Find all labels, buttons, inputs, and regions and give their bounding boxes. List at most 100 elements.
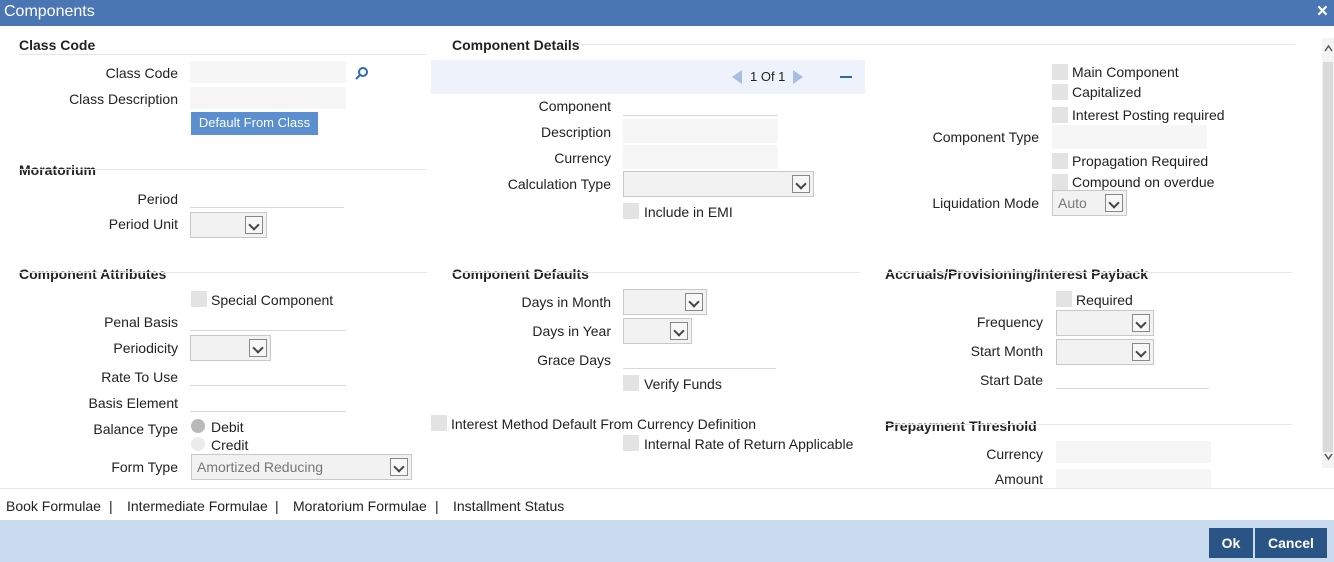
component-defaults-heading: Component Defaults (452, 266, 589, 282)
verify-funds-label: Verify Funds (644, 376, 722, 392)
irr-applicable-checkbox[interactable] (623, 435, 639, 451)
start-date-input[interactable] (1056, 367, 1209, 389)
liquidation-mode-label: Liquidation Mode (932, 195, 1039, 211)
component-type-input[interactable] (1052, 125, 1207, 149)
next-arrow-icon[interactable] (793, 70, 803, 84)
include-emi-checkbox[interactable] (623, 203, 639, 219)
remove-icon[interactable] (840, 76, 852, 79)
record-navigator: 1 Of 1 (431, 60, 865, 94)
window-titlebar: Components × (0, 0, 1334, 26)
accruals-heading: Accruals/Provisioning/Interest Payback (885, 266, 1148, 282)
tab-installment-status[interactable]: Installment Status (453, 498, 564, 514)
interest-method-default-checkbox[interactable] (431, 415, 447, 431)
chevron-down-icon[interactable] (1132, 343, 1150, 361)
scroll-up-icon[interactable] (1324, 44, 1333, 53)
start-month-select[interactable] (1056, 339, 1154, 365)
penal-basis-input[interactable] (190, 309, 346, 331)
form-type-select[interactable]: Amortized Reducing (191, 454, 412, 480)
scrollbar-thumb[interactable] (1323, 62, 1333, 452)
debit-radio[interactable] (191, 419, 205, 433)
frequency-label: Frequency (976, 314, 1043, 330)
close-icon[interactable]: × (1317, 1, 1328, 23)
previous-arrow-icon[interactable] (732, 70, 742, 84)
days-in-year-select[interactable] (623, 318, 692, 344)
propagation-label: Propagation Required (1072, 153, 1209, 169)
period-unit-label: Period Unit (108, 216, 178, 232)
basis-element-label: Basis Element (88, 395, 178, 411)
vertical-scrollbar[interactable] (1322, 38, 1334, 468)
balance-type-label: Balance Type (93, 421, 178, 437)
liquidation-mode-select[interactable]: Auto (1052, 190, 1127, 216)
required-label: Required (1076, 292, 1133, 308)
basis-element-input[interactable] (190, 390, 346, 412)
component-details-heading: Component Details (452, 37, 580, 53)
main-content: Class Code Class Code Class Description … (0, 26, 1322, 488)
period-unit-select[interactable] (190, 212, 267, 238)
search-icon[interactable] (355, 66, 369, 80)
component-label: Component (538, 98, 611, 114)
period-label: Period (137, 191, 178, 207)
penal-basis-label: Penal Basis (104, 314, 178, 330)
liquidation-mode-value: Auto (1058, 195, 1087, 211)
component-attributes-heading: Component Attributes (19, 266, 167, 282)
chevron-down-icon[interactable] (249, 339, 267, 357)
capitalized-checkbox[interactable] (1052, 84, 1068, 100)
cancel-button[interactable]: Cancel (1255, 528, 1327, 558)
description-label: Description (540, 124, 611, 140)
prepayment-amount-label: Amount (994, 471, 1043, 487)
chevron-down-icon[interactable] (1132, 314, 1150, 332)
divider (19, 169, 427, 170)
special-component-label: Special Component (211, 292, 334, 308)
tab-book-formulae[interactable]: Book Formulae (6, 498, 101, 514)
required-checkbox[interactable] (1056, 291, 1072, 307)
chevron-down-icon[interactable] (792, 175, 810, 193)
footer-tabs: Book Formulae | Intermediate Formulae | … (0, 488, 1334, 520)
frequency-select[interactable] (1056, 310, 1154, 336)
chevron-down-icon[interactable] (1105, 194, 1123, 212)
interest-posting-label: Interest Posting required (1072, 107, 1225, 123)
calculation-type-label: Calculation Type (507, 176, 611, 192)
currency-label: Currency (554, 150, 611, 166)
default-from-class-button[interactable]: Default From Class (191, 112, 318, 135)
periodicity-select[interactable] (190, 335, 271, 361)
form-type-label: Form Type (111, 459, 178, 475)
credit-label: Credit (211, 437, 249, 453)
class-description-input[interactable] (190, 87, 346, 109)
compound-overdue-checkbox[interactable] (1052, 174, 1068, 190)
chevron-down-icon[interactable] (670, 322, 688, 340)
grace-days-input[interactable] (623, 347, 776, 369)
interest-posting-checkbox[interactable] (1052, 107, 1068, 123)
chevron-down-icon[interactable] (685, 293, 703, 311)
description-input[interactable] (623, 119, 778, 143)
chevron-down-icon[interactable] (390, 458, 408, 476)
tab-moratorium-formulae[interactable]: Moratorium Formulae (293, 498, 427, 514)
currency-input[interactable] (623, 145, 778, 169)
prepayment-currency-input[interactable] (1056, 441, 1211, 463)
days-in-month-select[interactable] (623, 289, 707, 315)
tab-intermediate-formulae[interactable]: Intermediate Formulae (127, 498, 268, 514)
prepayment-amount-input[interactable] (1056, 469, 1211, 488)
verify-funds-checkbox[interactable] (623, 375, 639, 391)
prepayment-heading: Prepayment Threshold (885, 418, 1037, 434)
credit-radio[interactable] (191, 437, 205, 451)
special-component-checkbox[interactable] (191, 291, 207, 307)
divider (19, 272, 427, 273)
scroll-down-icon[interactable] (1324, 452, 1333, 461)
grace-days-label: Grace Days (537, 352, 611, 368)
divider (885, 272, 1292, 273)
interest-method-default-label: Interest Method Default From Currency De… (451, 416, 757, 432)
component-input[interactable] (623, 94, 778, 116)
compound-overdue-label: Compound on overdue (1072, 174, 1215, 190)
period-input[interactable] (190, 186, 344, 208)
main-component-checkbox[interactable] (1052, 64, 1068, 80)
calculation-type-select[interactable] (623, 171, 814, 197)
capitalized-label: Capitalized (1072, 84, 1142, 100)
ok-button[interactable]: Ok (1209, 528, 1253, 558)
main-component-label: Main Component (1072, 64, 1179, 80)
chevron-down-icon[interactable] (245, 216, 263, 234)
class-code-label: Class Code (105, 65, 178, 81)
divider (452, 272, 860, 273)
rate-to-use-input[interactable] (190, 364, 346, 386)
class-code-input[interactable] (190, 61, 346, 83)
propagation-checkbox[interactable] (1052, 153, 1068, 169)
